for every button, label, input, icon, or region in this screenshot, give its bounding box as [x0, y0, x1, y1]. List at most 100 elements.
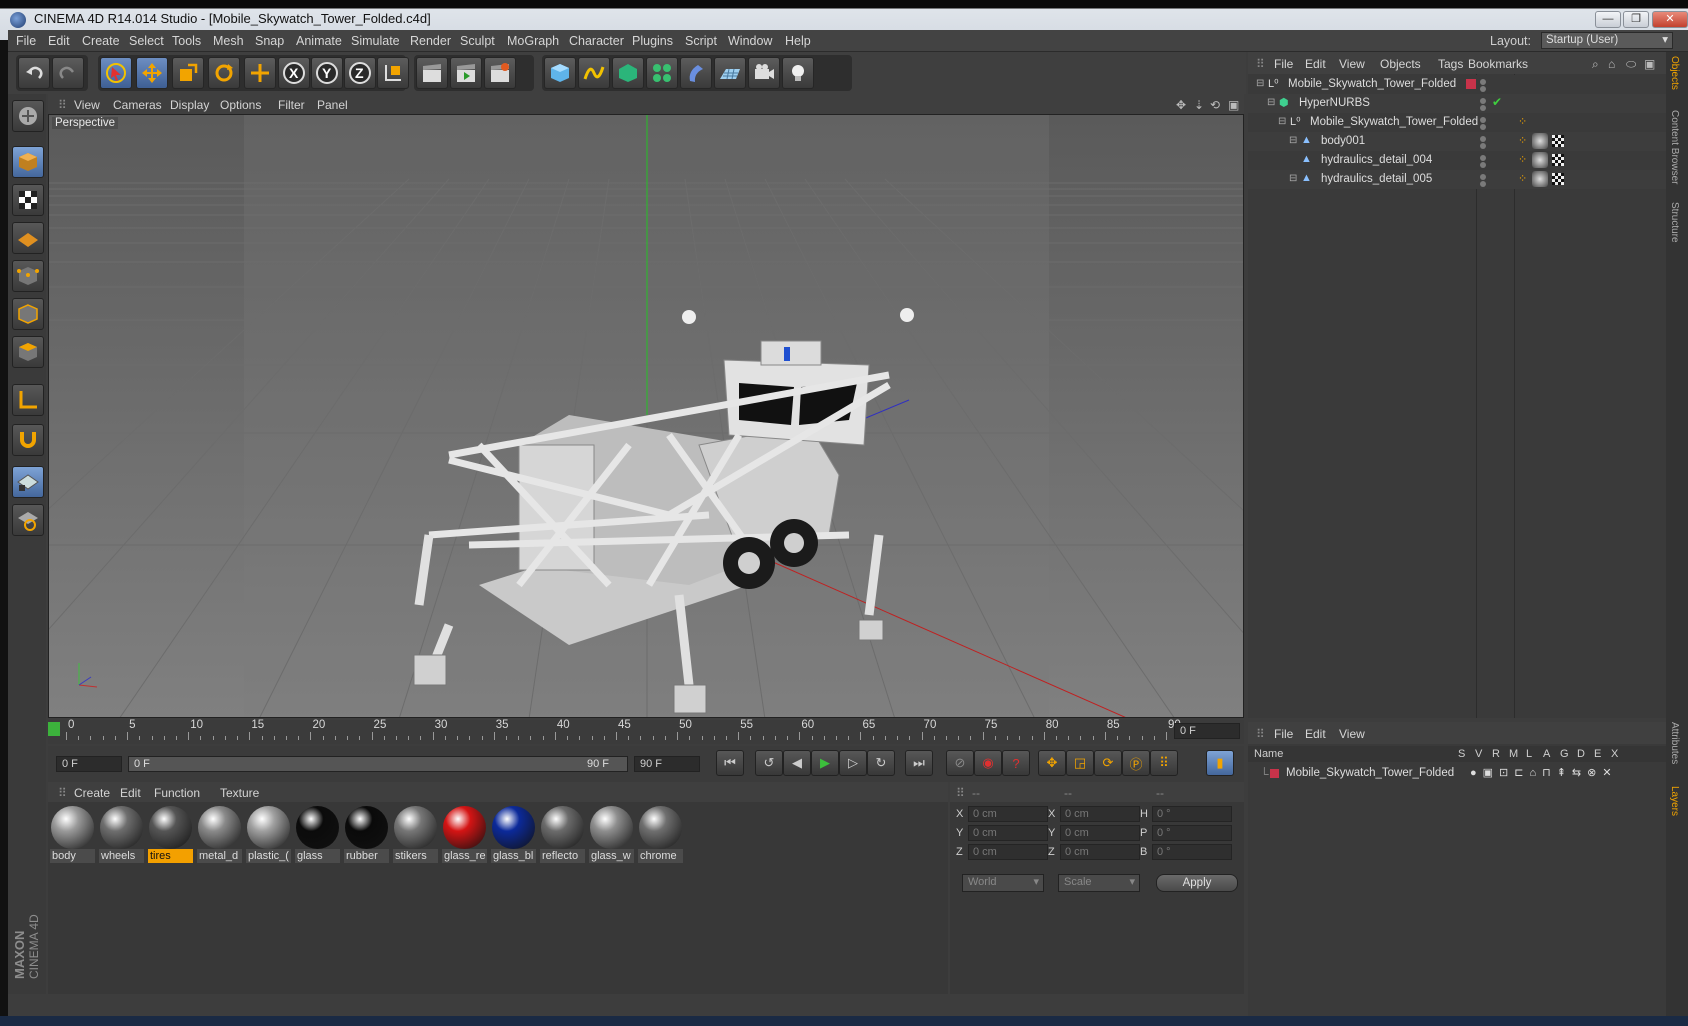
layer-toggle-icons[interactable]: ●▣⊡⊏⌂⊓⇞⇆⊗✕ — [1470, 766, 1618, 779]
texture-mode-button[interactable] — [12, 184, 44, 216]
coordinate-value-field[interactable]: 0 cm — [1060, 806, 1140, 822]
layout-select[interactable]: Startup (User) ▾ — [1541, 32, 1673, 49]
layer-color-swatch[interactable] — [1270, 769, 1279, 778]
expand-toggle-icon[interactable]: ⊟ — [1267, 97, 1275, 108]
material-swatch[interactable]: chrome — [638, 806, 683, 863]
next-key-button[interactable]: ↻ — [867, 750, 895, 776]
object-name[interactable]: Mobile_Skywatch_Tower_Folded — [1310, 116, 1478, 128]
key-position-button[interactable]: ✥ — [1038, 750, 1066, 776]
material-swatch[interactable]: glass — [295, 806, 340, 863]
menu-file[interactable]: File — [16, 34, 36, 48]
render-visibility-dot[interactable] — [1480, 86, 1486, 92]
coordinate-value-field[interactable]: 0 cm — [1060, 825, 1140, 841]
coordinate-value-field[interactable]: 0 cm — [968, 844, 1048, 860]
menu-window[interactable]: Window — [728, 34, 772, 48]
render-visibility-dot[interactable] — [1480, 143, 1486, 149]
menu-script[interactable]: Script — [685, 34, 717, 48]
texture-tag-icon[interactable] — [1552, 135, 1564, 147]
coordinate-value-field[interactable]: 0 cm — [968, 825, 1048, 841]
recent-tool-button[interactable] — [244, 57, 276, 89]
object-row[interactable]: ⊟ ▲ body001 ⁘ — [1248, 132, 1666, 151]
menu-animate[interactable]: Animate — [296, 34, 342, 48]
object-row[interactable]: ▲ hydraulics_detail_004 ⁘ — [1248, 151, 1666, 170]
undo-button[interactable] — [18, 57, 50, 89]
tab-layers[interactable]: Layers — [1669, 786, 1680, 816]
deformer-button[interactable] — [680, 57, 712, 89]
object-name[interactable]: body001 — [1321, 135, 1365, 147]
key-scale-button[interactable]: ◲ — [1066, 750, 1094, 776]
layer-menu-view[interactable]: View — [1339, 727, 1365, 741]
close-button[interactable]: ✕ — [1652, 11, 1688, 28]
preview-range-slider[interactable]: 0 F 90 F — [128, 756, 628, 772]
goto-start-button[interactable]: ⏮ — [716, 750, 744, 776]
coordinate-value-field[interactable]: 0 ° — [1152, 806, 1232, 822]
scale-tool-button[interactable] — [172, 57, 204, 89]
render-settings-button[interactable] — [484, 57, 516, 89]
expand-toggle-icon[interactable]: ⊟ — [1256, 78, 1264, 89]
expand-toggle-icon[interactable]: ⊟ — [1278, 116, 1286, 127]
layer-menu-edit[interactable]: Edit — [1305, 727, 1326, 741]
enabled-check-icon[interactable]: ✔ — [1492, 95, 1502, 109]
end-frame-field[interactable]: 90 F — [634, 756, 700, 772]
viewport-menu-filter[interactable]: Filter — [278, 98, 305, 112]
object-row[interactable]: ⊟ L⁰ Mobile_Skywatch_Tower_Folded — [1248, 75, 1666, 94]
nurbs-button[interactable] — [612, 57, 644, 89]
size-mode-select[interactable]: Scale ▾ — [1058, 874, 1140, 892]
menu-help[interactable]: Help — [785, 34, 811, 48]
tab-objects[interactable]: Objects — [1669, 56, 1680, 90]
cube-object-button[interactable] — [544, 57, 576, 89]
material-swatch[interactable]: tires — [148, 806, 193, 863]
layer-row[interactable]: └ Mobile_Skywatch_Tower_Folded ●▣⊡⊏⌂⊓⇞⇆⊗… — [1248, 764, 1666, 782]
back-icon[interactable]: ⬭ — [1626, 57, 1636, 72]
object-menu-objects[interactable]: Objects — [1380, 57, 1421, 71]
workplane-mode-button[interactable] — [12, 222, 44, 254]
material-tag-icon[interactable] — [1532, 152, 1548, 168]
coordinate-system-button[interactable] — [377, 57, 409, 89]
autokey-button[interactable]: ◉ — [974, 750, 1002, 776]
expand-toggle-icon[interactable]: ⊟ — [1289, 135, 1297, 146]
camera-button[interactable] — [748, 57, 780, 89]
goto-end-button[interactable]: ⏭ — [905, 750, 933, 776]
layer-color-tag[interactable] — [1466, 79, 1476, 89]
object-name[interactable]: HyperNURBS — [1299, 97, 1370, 109]
material-swatch[interactable]: glass_re — [442, 806, 487, 863]
layer-flag-column[interactable]: E — [1594, 748, 1601, 760]
material-menu-edit[interactable]: Edit — [120, 786, 141, 800]
editor-visibility-dot[interactable] — [1480, 79, 1486, 85]
prev-frame-button[interactable]: ◀ — [783, 750, 811, 776]
object-name[interactable]: Mobile_Skywatch_Tower_Folded — [1288, 78, 1456, 90]
editor-visibility-dot[interactable] — [1480, 174, 1486, 180]
start-frame-field[interactable]: 0 F — [56, 756, 122, 772]
editor-visibility-dot[interactable] — [1480, 98, 1486, 104]
material-menu-create[interactable]: Create — [74, 786, 110, 800]
points-mode-button[interactable] — [12, 260, 44, 292]
coordinate-space-select[interactable]: World ▾ — [962, 874, 1044, 892]
polygons-mode-button[interactable] — [12, 336, 44, 368]
editor-visibility-dot[interactable] — [1480, 117, 1486, 123]
object-menu-tags[interactable]: Tags — [1438, 57, 1463, 71]
coordinate-value-field[interactable]: 0 cm — [1060, 844, 1140, 860]
coordinate-value-field[interactable]: 0 ° — [1152, 844, 1232, 860]
material-swatch[interactable]: reflecto — [540, 806, 585, 863]
viewport-menu-view[interactable]: View — [74, 98, 100, 112]
render-visibility-dot[interactable] — [1480, 181, 1486, 187]
soft-selection-button[interactable] — [12, 504, 44, 536]
viewport-move-icon[interactable]: ✥ — [1176, 98, 1186, 112]
viewport-menu-display[interactable]: Display — [170, 98, 209, 112]
object-row[interactable]: ⊟ ⬢ HyperNURBS ✔ — [1248, 94, 1666, 113]
object-row[interactable]: ⊟ ▲ hydraulics_detail_005 ⁘ — [1248, 170, 1666, 189]
coordinate-value-field[interactable]: 0 ° — [1152, 825, 1232, 841]
render-picture-viewer-button[interactable] — [450, 57, 482, 89]
layer-flag-column[interactable]: M — [1509, 748, 1518, 760]
material-swatch[interactable]: glass_w — [589, 806, 634, 863]
rotate-tool-button[interactable] — [208, 57, 240, 89]
layer-flag-column[interactable]: D — [1577, 748, 1585, 760]
material-menu-function[interactable]: Function — [154, 786, 200, 800]
render-visibility-dot[interactable] — [1480, 124, 1486, 130]
menu-snap[interactable]: Snap — [255, 34, 284, 48]
object-name[interactable]: hydraulics_detail_004 — [1321, 154, 1432, 166]
material-swatch[interactable]: rubber — [344, 806, 389, 863]
model-mode-button[interactable] — [12, 146, 44, 178]
menu-plugins[interactable]: Plugins — [632, 34, 673, 48]
menu-create[interactable]: Create — [82, 34, 120, 48]
